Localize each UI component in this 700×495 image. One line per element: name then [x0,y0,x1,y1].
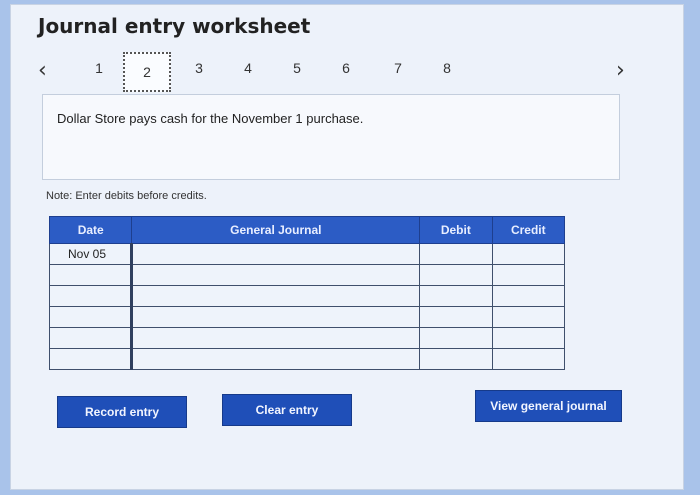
account-cell[interactable] [130,327,421,349]
page-title: Journal entry worksheet [38,14,311,38]
credit-cell[interactable] [491,285,566,307]
debit-cell[interactable] [419,243,493,265]
transaction-panel: Dollar Store pays cash for the November … [42,94,620,180]
page-1[interactable]: 1 [88,60,110,76]
page-6[interactable]: 6 [335,60,357,76]
page-7[interactable]: 7 [387,60,409,76]
account-cell[interactable] [130,243,421,265]
column-header-date: Date [48,216,133,244]
date-cell[interactable] [48,264,133,286]
table-row: Nov 05 [48,243,566,265]
page-8[interactable]: 8 [436,60,458,76]
journal-header-row: Date General Journal Debit Credit [48,216,566,244]
date-cell[interactable]: Nov 05 [48,243,133,265]
debit-cell[interactable] [419,285,493,307]
clear-entry-button[interactable]: Clear entry [222,394,352,426]
debit-cell[interactable] [419,306,493,328]
transaction-prompt: Dollar Store pays cash for the November … [57,111,364,126]
credit-cell[interactable] [491,306,566,328]
view-general-journal-button[interactable]: View general journal [475,390,622,422]
table-row [48,264,566,286]
page-5[interactable]: 5 [286,60,308,76]
column-header-debit: Debit [419,216,493,244]
page-4[interactable]: 4 [237,60,259,76]
account-cell[interactable] [130,306,421,328]
column-header-credit: Credit [491,216,566,244]
page-3[interactable]: 3 [188,60,210,76]
date-cell[interactable] [48,327,133,349]
debit-cell[interactable] [419,327,493,349]
instruction-note: Note: Enter debits before credits. [46,190,207,202]
date-cell[interactable] [48,348,133,370]
credit-cell[interactable] [491,243,566,265]
chevron-right-icon[interactable]: › [616,58,625,83]
date-cell[interactable] [48,306,133,328]
chevron-left-icon[interactable]: ‹ [38,58,47,83]
account-cell[interactable] [130,264,421,286]
account-cell[interactable] [130,348,421,370]
account-cell[interactable] [130,285,421,307]
record-entry-button[interactable]: Record entry [57,396,187,428]
table-row [48,285,566,307]
table-row [48,306,566,328]
page-2[interactable]: 2 [123,52,171,92]
debit-cell[interactable] [419,348,493,370]
credit-cell[interactable] [491,348,566,370]
date-cell[interactable] [48,285,133,307]
table-row [48,348,566,370]
table-row [48,327,566,349]
debit-cell[interactable] [419,264,493,286]
journal-table: Date General Journal Debit Credit Nov 05 [48,216,566,370]
credit-cell[interactable] [491,264,566,286]
credit-cell[interactable] [491,327,566,349]
column-header-general-journal: General Journal [131,216,421,244]
